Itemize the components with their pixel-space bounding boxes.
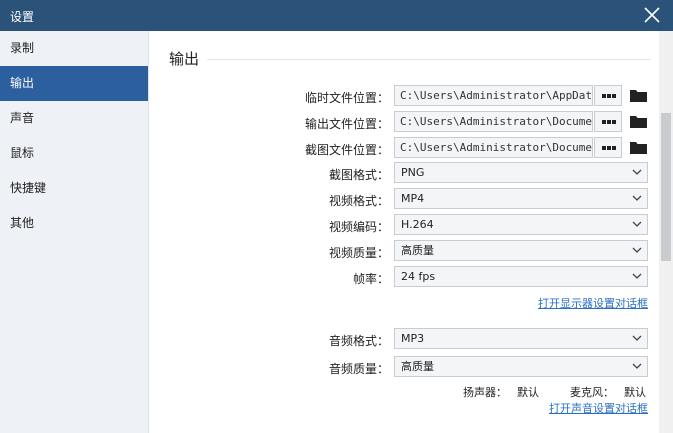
output-path-field[interactable]: C:\Users\Administrator\Documents [394,111,593,132]
section-title: 输出 [169,50,200,68]
chevron-down-icon [632,335,642,341]
sidebar-item-sound[interactable]: 声音 [0,101,148,136]
window-title: 设置 [10,10,35,24]
screenshot-path-browse-button[interactable] [594,137,622,158]
screenshot-path-label: 截图文件位置： [304,143,389,157]
audio-quality-label: 音频质量： [328,362,389,376]
screenshot-path-folder-icon[interactable] [630,141,647,154]
temp-path-field[interactable]: C:\Users\Administrator\AppData\L [394,85,593,106]
sidebar-item-mouse[interactable]: 鼠标 [0,136,148,171]
frame-rate-label: 帧率： [352,272,389,286]
sidebar-item-label: 其他 [10,216,35,230]
video-format-label: 视频格式： [328,194,389,208]
output-path-folder-icon[interactable] [630,115,647,128]
video-quality-select[interactable]: 高质量 [394,240,648,261]
screenshot-path-field[interactable]: C:\Users\Administrator\Documents [394,137,593,158]
select-value: 高质量 [401,244,434,257]
screenshot-format-select[interactable]: PNG [394,162,648,183]
select-value: 高质量 [401,360,434,373]
microphone-value: 默认 [624,386,646,399]
select-value: 24 fps [401,270,436,283]
video-codec-label: 视频编码： [328,220,389,234]
title-bar: 设置 [0,0,673,31]
screenshot-format-label: 截图格式： [328,168,389,182]
temp-path-browse-button[interactable] [594,85,622,106]
sidebar-item-label: 鼠标 [10,146,35,160]
frame-rate-select[interactable]: 24 fps [394,266,648,287]
chevron-down-icon [632,195,642,201]
microphone-label: 麦克风： [570,386,614,399]
scrollbar-thumb[interactable] [661,113,671,261]
speaker-label: 扬声器： [463,386,507,399]
output-settings-panel: 输出 临时文件位置： C:\Users\Administrator\AppDat… [149,31,659,433]
select-value: PNG [401,166,425,179]
sidebar-item-label: 输出 [10,76,35,90]
sound-settings-link[interactable]: 打开声音设置对话框 [549,400,648,416]
sidebar-item-label: 快捷键 [10,181,47,195]
select-value: H.264 [401,218,434,231]
close-icon[interactable] [643,6,661,24]
temp-path-label: 临时文件位置： [304,91,389,105]
speaker-value: 默认 [517,386,539,399]
chevron-down-icon [632,363,642,369]
scrollbar[interactable] [659,31,673,433]
sidebar-item-hotkeys[interactable]: 快捷键 [0,171,148,206]
chevron-down-icon [632,221,642,227]
output-path-label: 输出文件位置： [304,117,389,131]
output-path-browse-button[interactable] [594,111,622,132]
video-codec-select[interactable]: H.264 [394,214,648,235]
chevron-down-icon [632,247,642,253]
sidebar-item-other[interactable]: 其他 [0,206,148,241]
video-format-select[interactable]: MP4 [394,188,648,209]
sidebar-item-output[interactable]: 输出 [0,66,148,101]
audio-format-select[interactable]: MP3 [394,328,648,349]
chevron-down-icon [632,169,642,175]
audio-quality-select[interactable]: 高质量 [394,356,648,377]
temp-path-folder-icon[interactable] [630,89,647,102]
chevron-down-icon [632,273,642,279]
sidebar: 录制 输出 声音 鼠标 快捷键 其他 [0,31,149,433]
sidebar-item-label: 录制 [10,41,35,55]
display-settings-link[interactable]: 打开显示器设置对话框 [538,295,648,311]
select-value: MP3 [401,332,425,345]
audio-format-label: 音频格式： [328,334,389,348]
select-value: MP4 [401,192,425,205]
section-divider [207,59,651,60]
sidebar-item-label: 声音 [10,111,35,125]
video-quality-label: 视频质量： [328,246,389,260]
sidebar-item-record[interactable]: 录制 [0,31,148,66]
